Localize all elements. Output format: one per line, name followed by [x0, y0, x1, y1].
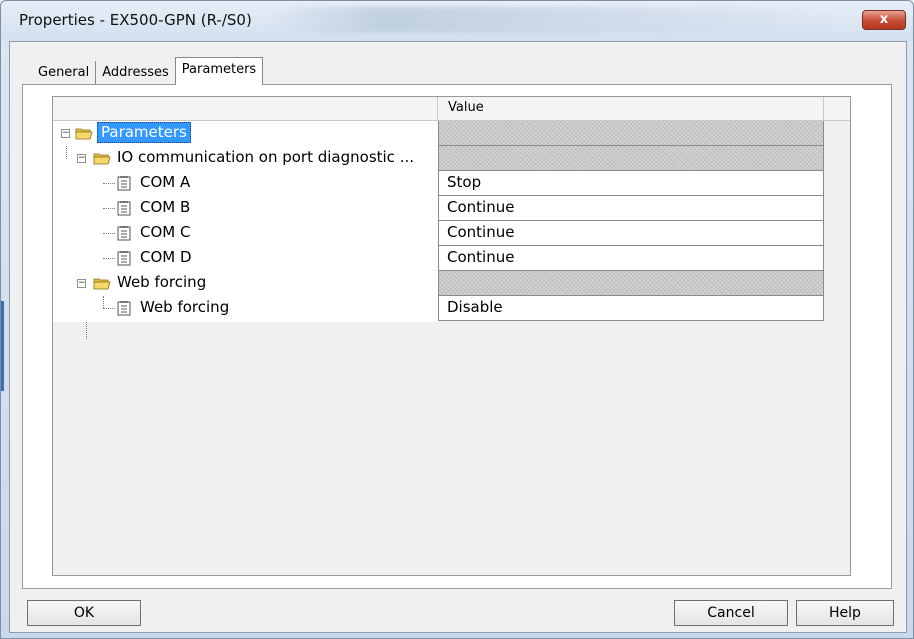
tree-row[interactable]: − IO communication on port diagnostic ..… — [53, 146, 824, 171]
tab-strip: General Addresses Parameters — [32, 57, 264, 85]
tree-node-cell: − IO communication on port diagnostic ..… — [53, 146, 438, 171]
close-button[interactable]: x — [862, 10, 906, 30]
tree-node-label: Web forcing — [117, 273, 207, 291]
tab-general[interactable]: General — [32, 61, 97, 85]
folder-open-icon — [93, 153, 111, 165]
value-cell[interactable]: Disable — [438, 296, 824, 321]
tree-node-cell: − Web forcing — [53, 271, 438, 296]
document-icon — [117, 301, 131, 316]
tree-node-label: COM B — [140, 198, 191, 216]
dialog-client: General Addresses Parameters Value − Par… — [9, 41, 907, 633]
tree-node-cell: COM B — [53, 196, 438, 221]
tree-connector — [103, 233, 115, 234]
value-cell[interactable]: Continue — [438, 221, 824, 246]
tab-parameters[interactable]: Parameters — [174, 57, 264, 85]
tree-row[interactable]: COM A Stop — [53, 171, 824, 196]
tree-node-cell: Web forcing — [53, 296, 438, 321]
window-title: Properties - EX500-GPN (R-/S0) — [19, 11, 252, 29]
tab-addresses[interactable]: Addresses — [96, 61, 175, 85]
tree-node-label: IO communication on port diagnostic ... — [117, 148, 415, 166]
tree-connector — [103, 296, 104, 308]
tree-end — [53, 321, 438, 322]
tree-node-label: COM C — [140, 223, 191, 241]
parameters-panel: Value − Parameters − IO communication on… — [22, 84, 892, 589]
tree-node-cell: − Parameters — [53, 121, 438, 146]
value-cell[interactable]: Continue — [438, 196, 824, 221]
title-bar-blur — [271, 7, 831, 33]
close-icon: x — [879, 12, 889, 27]
folder-open-icon — [75, 128, 93, 140]
tree-connector — [103, 183, 115, 184]
tree-row[interactable]: − Web forcing — [53, 271, 824, 296]
document-icon — [117, 201, 131, 216]
tree-connector — [103, 258, 115, 259]
window-edge-accent — [1, 301, 4, 391]
document-icon — [117, 176, 131, 191]
tree-node-cell: COM A — [53, 171, 438, 196]
grid-header: Value — [53, 97, 850, 121]
ok-button[interactable]: OK — [27, 600, 141, 626]
value-cell[interactable]: Continue — [438, 246, 824, 271]
document-icon — [117, 226, 131, 241]
parameter-grid: Value − Parameters − IO communication on… — [52, 96, 851, 576]
tree-row[interactable]: COM B Continue — [53, 196, 824, 221]
tree-node-label: Parameters — [97, 122, 191, 143]
help-button[interactable]: Help — [796, 600, 894, 626]
collapse-toggle[interactable]: − — [77, 279, 86, 288]
value-cell — [438, 121, 824, 146]
tree-node-cell: COM C — [53, 221, 438, 246]
tree-node-cell: COM D — [53, 246, 438, 271]
tree-node-label: COM D — [140, 248, 192, 266]
value-column-header[interactable]: Value — [438, 97, 824, 121]
document-icon — [117, 251, 131, 266]
cancel-button[interactable]: Cancel — [674, 600, 788, 626]
tree-connector — [66, 146, 67, 159]
name-column-header[interactable] — [53, 97, 438, 121]
title-bar[interactable]: Properties - EX500-GPN (R-/S0) x — [1, 1, 913, 41]
tree-connector — [103, 208, 115, 209]
folder-open-icon — [93, 278, 111, 290]
value-cell[interactable]: Stop — [438, 171, 824, 196]
value-cell — [438, 271, 824, 296]
tree-row[interactable]: COM D Continue — [53, 246, 824, 271]
tree-row[interactable]: Web forcing Disable — [53, 296, 824, 321]
properties-dialog: Properties - EX500-GPN (R-/S0) x General… — [0, 0, 914, 639]
tree-row[interactable]: COM C Continue — [53, 221, 824, 246]
tree-node-label: COM A — [140, 173, 191, 191]
tree-row[interactable]: − Parameters — [53, 121, 824, 146]
value-cell — [438, 146, 824, 171]
tree-connector — [103, 308, 115, 309]
collapse-toggle[interactable]: − — [77, 154, 86, 163]
tree-node-label: Web forcing — [140, 298, 230, 316]
collapse-toggle[interactable]: − — [61, 129, 70, 138]
